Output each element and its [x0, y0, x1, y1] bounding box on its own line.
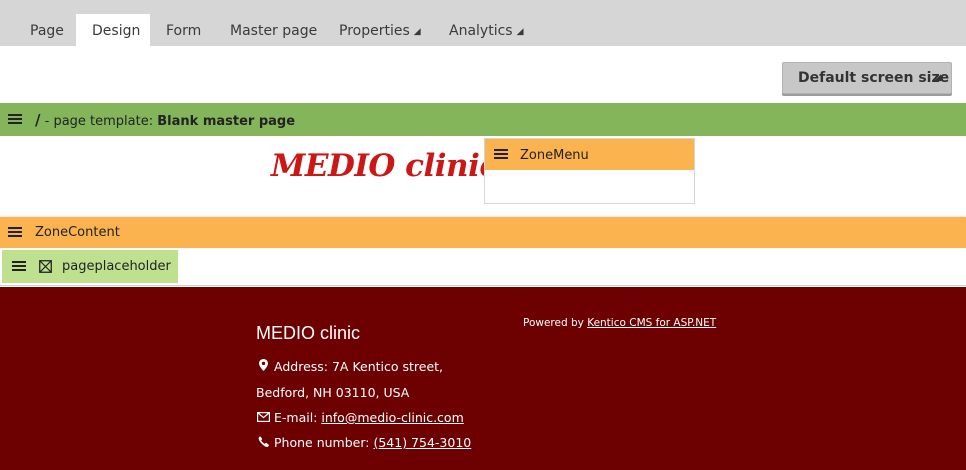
powered-by: Powered by Kentico CMS for ASP.NET [523, 317, 717, 329]
drag-handle-icon[interactable] [12, 261, 26, 272]
drag-handle-icon[interactable] [8, 114, 22, 125]
envelope-icon [256, 410, 270, 425]
drag-handle-icon[interactable] [494, 149, 508, 160]
phone-link[interactable]: (541) 754-3010 [373, 435, 471, 450]
tab-master-page[interactable]: Master page [230, 14, 317, 46]
site-logo: MEDIO clinic [271, 148, 498, 184]
tab-properties[interactable]: Properties ◢ [339, 14, 421, 46]
webpart-box-icon [39, 260, 52, 273]
footer-address-line2: Bedford, NH 03110, USA [256, 385, 410, 400]
site-footer: MEDIO clinic Address: 7A Kentico street,… [0, 287, 966, 470]
email-link[interactable]: info@medio-clinic.com [321, 410, 463, 425]
drag-handle-icon[interactable] [8, 227, 22, 238]
footer-address-line1: Address: 7A Kentico street, [256, 359, 443, 374]
footer-email: E-mail: info@medio-clinic.com [256, 410, 464, 425]
tab-page[interactable]: Page [30, 14, 64, 46]
dropdown-arrow-icon: ◢ [413, 27, 421, 37]
tab-design[interactable]: Design [76, 14, 150, 46]
zone-menu-header[interactable]: ZoneMenu [485, 139, 694, 170]
dropdown-arrow-icon: ◢ [934, 73, 941, 83]
webpart-pageplaceholder[interactable]: pageplaceholder [2, 250, 178, 283]
map-marker-icon [256, 359, 270, 374]
footer-phone: Phone number: (541) 754-3010 [256, 435, 471, 450]
tab-form[interactable]: Form [166, 14, 201, 46]
webpart-label: pageplaceholder [62, 259, 171, 274]
zone-menu: ZoneMenu [484, 138, 695, 204]
dropdown-arrow-icon: ◢ [516, 27, 524, 37]
zone-menu-label: ZoneMenu [520, 148, 589, 163]
kentico-link[interactable]: Kentico CMS for ASP.NET [587, 317, 716, 329]
phone-icon [256, 435, 270, 450]
screen-size-dropdown[interactable]: Default screen size ◢ [782, 62, 952, 94]
page-template-title: / - page template: Blank master page [35, 111, 296, 129]
zone-content-label: ZoneContent [35, 225, 120, 240]
footer-title: MEDIO clinic [256, 323, 361, 343]
tab-analytics[interactable]: Analytics ◢ [449, 14, 524, 46]
page-template-bar: / - page template: Blank master page [0, 103, 966, 136]
divider [0, 285, 966, 286]
tab-bar: Page Design Form Master page Properties ◢… [0, 0, 966, 46]
zone-content-header[interactable]: ZoneContent [0, 217, 966, 248]
